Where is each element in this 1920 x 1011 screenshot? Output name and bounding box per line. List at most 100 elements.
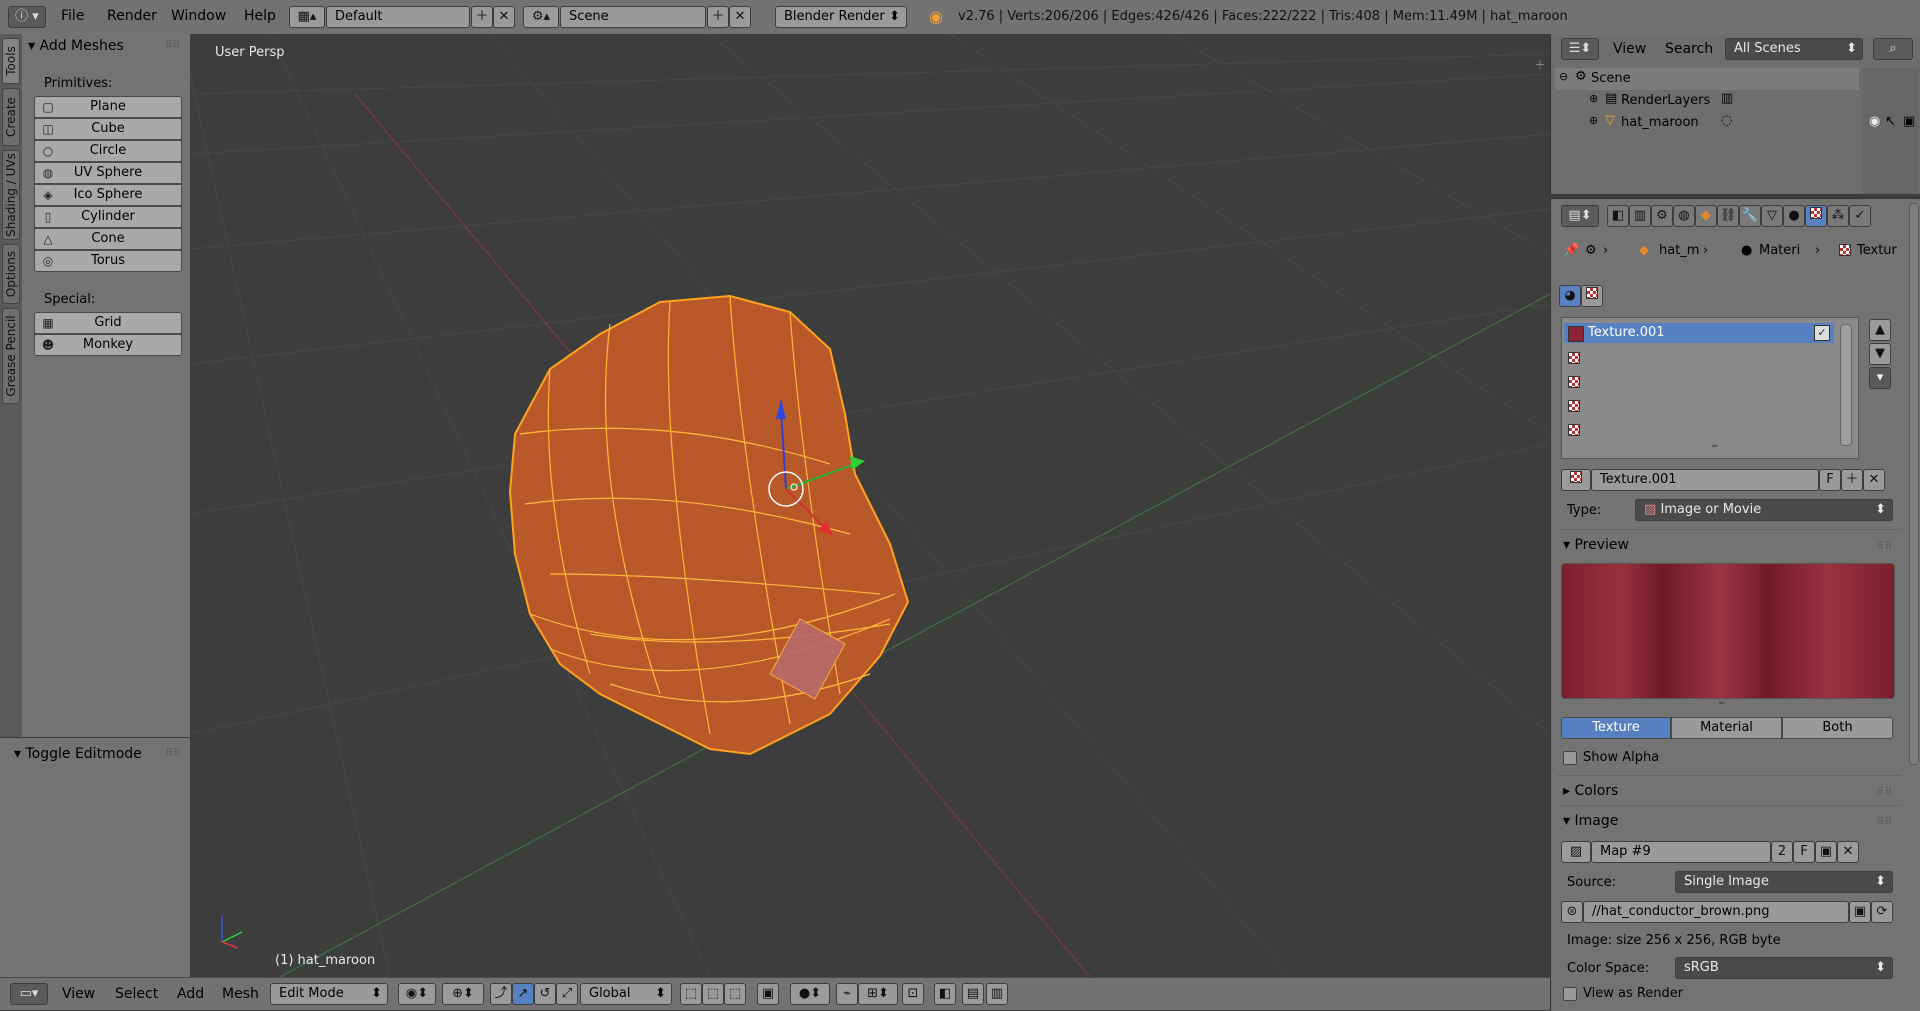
manipulator-toggle-icon[interactable]: ⤴ (490, 983, 512, 1005)
viewport-shading-icon[interactable]: ◉⬍ (398, 983, 436, 1005)
vertex-select-icon[interactable]: ⬚ (680, 983, 702, 1005)
view-as-render-checkbox[interactable] (1563, 987, 1577, 1001)
snap-target-icon[interactable]: ⊡ (902, 983, 924, 1005)
3d-viewport[interactable]: User Persp (1) hat_maroon ＋ (190, 34, 1550, 977)
preview-resize-handle-icon[interactable]: ═ (1719, 699, 1724, 709)
new-texture-icon[interactable]: ＋ (1841, 469, 1863, 491)
texture-browse-icon[interactable] (1561, 469, 1591, 491)
render-animation-icon[interactable]: ▤ (962, 983, 984, 1005)
snap-element-icon[interactable]: ⊞⬍ (858, 983, 898, 1005)
expand-icon[interactable]: ⊕ (1589, 92, 1598, 105)
colors-panel-header[interactable]: ▸ Colors (1563, 783, 1618, 799)
add-grid-button[interactable]: ▦ Grid (34, 312, 182, 334)
render-layers-tab-icon[interactable]: ▥ (1629, 205, 1651, 227)
move-slot-up-icon[interactable]: ▲ (1869, 319, 1891, 341)
renderability-camera-icon[interactable]: ▣ (1903, 114, 1915, 129)
image-panel-header[interactable]: ▾ Image (1563, 813, 1618, 829)
slot-list-scrollbar[interactable] (1840, 324, 1852, 446)
tab-options[interactable]: Options (2, 244, 20, 304)
add-uv-sphere-button[interactable]: ◍ UV Sphere (34, 162, 182, 184)
slot-enabled-checkbox[interactable]: ✓ (1814, 325, 1830, 341)
outliner-row-renderlayers[interactable]: ⊕ ▤ RenderLayers ▥ (1555, 90, 1859, 112)
list-resize-handle-icon[interactable]: ═ (1712, 442, 1717, 452)
add-plane-button[interactable]: ▢ Plane (34, 96, 182, 118)
remove-scene-icon[interactable]: ✕ (729, 6, 751, 28)
add-cone-button[interactable]: △ Cone (34, 228, 182, 250)
drag-handle-icon[interactable]: ⠿⠿ (1876, 541, 1893, 552)
menu-window[interactable]: Window (171, 8, 226, 24)
outliner-search-icon[interactable]: ⌕ (1873, 38, 1913, 60)
editor-type-3d-view-icon[interactable]: ▭▾ (10, 983, 48, 1005)
edge-select-icon[interactable]: ⬚ (702, 983, 724, 1005)
proportional-editing-icon[interactable]: ●⬍ (790, 983, 830, 1005)
translate-manipulator-icon[interactable]: ↗ (512, 983, 534, 1005)
scene-icon[interactable]: ⚙▴ (523, 6, 559, 28)
add-cube-button[interactable]: ◫ Cube (34, 118, 182, 140)
tab-grease-pencil[interactable]: Grease Pencil (2, 308, 20, 404)
scene-field[interactable]: Scene (560, 6, 706, 28)
editor-type-properties-icon[interactable]: ▤⬍ (1561, 205, 1599, 227)
material-texture-context-icon[interactable]: ◕ (1559, 285, 1581, 307)
render-still-icon[interactable]: ◧ (934, 983, 956, 1005)
outliner-display-filter[interactable]: All Scenes ⬍ (1725, 38, 1863, 60)
menu-mesh[interactable]: Mesh (222, 986, 259, 1002)
opengl-render-icon[interactable]: ▥ (986, 983, 1008, 1005)
screen-layout-icon[interactable]: ▦▴ (289, 6, 325, 28)
add-ico-sphere-button[interactable]: ◈ Ico Sphere (34, 184, 182, 206)
preview-both-tab[interactable]: Both (1782, 717, 1893, 739)
add-layout-icon[interactable]: ＋ (471, 6, 493, 28)
image-browse-icon[interactable]: ▨ (1561, 841, 1591, 863)
color-space-select[interactable]: sRGB ⬍ (1675, 957, 1893, 979)
snap-toggle-icon[interactable]: ⌁ (836, 983, 858, 1005)
texture-tab-icon[interactable] (1805, 205, 1827, 227)
add-monkey-button[interactable]: ☻ Monkey (34, 334, 182, 356)
unlink-image-icon[interactable]: ✕ (1837, 841, 1859, 863)
world-tab-icon[interactable]: ◍ (1673, 205, 1695, 227)
remove-layout-icon[interactable]: ✕ (493, 6, 515, 28)
menu-file[interactable]: File (61, 8, 84, 24)
add-cylinder-button[interactable]: ▯ Cylinder (34, 206, 182, 228)
occlude-geometry-icon[interactable]: ▣ (757, 983, 779, 1005)
menu-render[interactable]: Render (107, 8, 157, 24)
preview-panel-header[interactable]: ▾ Preview (1563, 537, 1629, 553)
browse-filepath-icon[interactable]: ▣ (1849, 901, 1871, 923)
image-source-select[interactable]: Single Image ⬍ (1675, 871, 1893, 893)
expand-icon[interactable]: ⊖ (1559, 70, 1568, 83)
add-torus-button[interactable]: ◎ Torus (34, 250, 182, 272)
preview-texture-tab[interactable]: Texture (1561, 717, 1671, 739)
texture-slot-row[interactable]: Texture.001 ✓ (1564, 323, 1834, 343)
rotate-manipulator-icon[interactable]: ↺ (534, 983, 556, 1005)
expand-icon[interactable]: ⊕ (1589, 114, 1598, 127)
other-texture-context-icon[interactable] (1581, 285, 1603, 307)
outliner-menu-view[interactable]: View (1613, 41, 1646, 57)
move-slot-down-icon[interactable]: ▼ (1869, 343, 1891, 365)
menu-help[interactable]: Help (244, 8, 276, 24)
show-alpha-checkbox[interactable] (1563, 751, 1577, 765)
region-toggle-plus-icon[interactable]: ＋ (1534, 56, 1546, 73)
texture-slot-row[interactable] (1568, 376, 1580, 392)
open-image-icon[interactable]: ▣ (1815, 841, 1837, 863)
menu-select[interactable]: Select (115, 986, 158, 1002)
outliner-row-hat-maroon[interactable]: ⊕ ▽ hat_maroon ◌ (1555, 112, 1859, 134)
pivot-point-icon[interactable]: ⊕⬍ (442, 983, 484, 1005)
fake-user-button[interactable]: F (1819, 469, 1841, 491)
unlink-texture-icon[interactable]: ✕ (1863, 469, 1885, 491)
mode-select[interactable]: Edit Mode ⬍ (270, 983, 388, 1005)
texture-name-field[interactable]: Texture.001 (1591, 469, 1819, 491)
image-users-count[interactable]: 2 (1771, 841, 1793, 863)
add-scene-icon[interactable]: ＋ (707, 6, 729, 28)
physics-tab-icon[interactable]: ✓ (1849, 205, 1871, 227)
add-meshes-panel-header[interactable]: ▾ Add Meshes (28, 38, 124, 54)
preview-material-tab[interactable]: Material (1671, 717, 1782, 739)
screen-layout-field[interactable]: Default (326, 6, 470, 28)
properties-scrollbar[interactable] (1909, 203, 1919, 765)
drag-handle-icon[interactable]: ⠿⠿ (1876, 817, 1893, 828)
editor-type-outliner-icon[interactable]: ☰⬍ (1561, 38, 1599, 60)
drag-handle-icon[interactable]: ⠿⠿ (165, 40, 180, 51)
outliner-row-scene[interactable]: ⊖ ⚙ Scene (1555, 68, 1859, 90)
pin-icon[interactable]: 📌 (1563, 243, 1579, 258)
editor-type-info-icon[interactable]: ⓘ ▾ (8, 6, 46, 28)
visibility-eye-icon[interactable]: ◉ (1869, 114, 1880, 129)
particles-tab-icon[interactable]: ⁂ (1827, 205, 1849, 227)
outliner-menu-search[interactable]: Search (1665, 41, 1713, 57)
